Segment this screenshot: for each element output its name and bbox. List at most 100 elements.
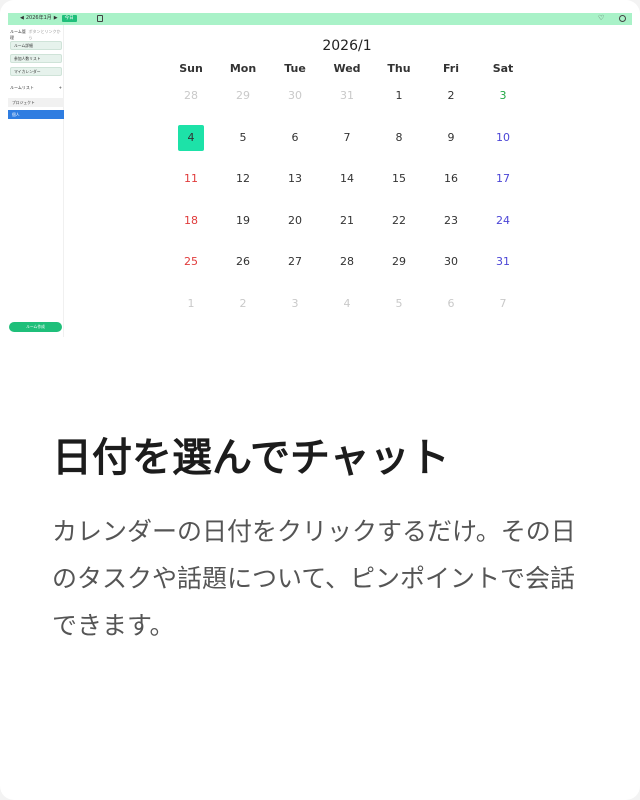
day-cell-other-month[interactable]: 3 bbox=[269, 288, 321, 320]
sidebar-button-my-calendar[interactable]: マイカレンダー bbox=[10, 67, 62, 76]
add-room-icon[interactable]: + bbox=[59, 85, 62, 91]
day-number: 13 bbox=[288, 172, 302, 185]
weekday-tue: Tue bbox=[284, 62, 306, 75]
day-number: 6 bbox=[291, 130, 299, 144]
sidebar-item-project[interactable]: プロジェクト bbox=[8, 98, 64, 107]
day-number: 15 bbox=[392, 172, 406, 185]
day-number: 26 bbox=[236, 255, 250, 268]
weekday-header: Sun Mon Tue Wed Thu Fri Sat bbox=[165, 61, 529, 77]
day-cell-other-month[interactable]: 29 bbox=[217, 80, 269, 112]
day-number: 31 bbox=[496, 255, 510, 268]
weekday-mon: Mon bbox=[229, 62, 257, 75]
heart-icon[interactable]: ♡ bbox=[598, 14, 604, 23]
day-cell[interactable]: 15 bbox=[373, 163, 425, 195]
day-cell[interactable]: 6 bbox=[269, 122, 321, 154]
next-month-button[interactable]: ▶ bbox=[54, 15, 58, 22]
day-number: 7 bbox=[499, 296, 507, 310]
day-number: 30 bbox=[288, 89, 302, 102]
day-cell-other-month[interactable]: 1 bbox=[165, 288, 217, 320]
day-cell[interactable]: 16 bbox=[425, 163, 477, 195]
day-number: 3 bbox=[291, 296, 299, 310]
day-cell-other-month[interactable]: 7 bbox=[477, 288, 529, 320]
day-number: 1 bbox=[395, 89, 403, 102]
feature-heading: 日付を選んでチャット bbox=[52, 435, 450, 481]
day-cell[interactable]: 2 bbox=[425, 80, 477, 112]
day-number: 25 bbox=[184, 255, 198, 268]
day-number: 29 bbox=[236, 89, 250, 102]
day-cell[interactable]: 27 bbox=[269, 246, 321, 278]
day-cell[interactable]: 7 bbox=[321, 122, 373, 154]
day-number: 2 bbox=[447, 89, 455, 102]
day-number: 10 bbox=[496, 130, 510, 144]
day-cell[interactable]: 10 bbox=[477, 122, 529, 154]
day-cell[interactable]: 1 bbox=[373, 80, 425, 112]
sidebar-header: ルーム管理 ボタンとリンクから bbox=[10, 29, 62, 41]
create-room-button[interactable]: ルーム作成 bbox=[9, 322, 62, 332]
day-cell-other-month[interactable]: 2 bbox=[217, 288, 269, 320]
weekday-sun: Sun bbox=[179, 62, 203, 75]
day-cell[interactable]: 24 bbox=[477, 205, 529, 237]
day-cell-other-month[interactable]: 31 bbox=[321, 80, 373, 112]
promo-card: ◀ 2026年1月 ▶ 今日 ♡ ルーム管理 ボタンとリンクから ルーム詳細 参… bbox=[0, 0, 640, 800]
day-number: 2 bbox=[239, 296, 247, 310]
day-cell[interactable]: 12 bbox=[217, 163, 269, 195]
day-number: 7 bbox=[343, 130, 351, 144]
calendar-title: 2026/1 bbox=[322, 38, 372, 54]
day-cell[interactable]: 31 bbox=[477, 246, 529, 278]
day-cell[interactable]: 23 bbox=[425, 205, 477, 237]
calendar-icon[interactable] bbox=[97, 15, 103, 22]
day-cell[interactable]: 17 bbox=[477, 163, 529, 195]
day-cell-other-month[interactable]: 30 bbox=[269, 80, 321, 112]
day-number: 6 bbox=[447, 296, 455, 310]
day-cell[interactable]: 25 bbox=[165, 246, 217, 278]
day-cell[interactable]: 11 bbox=[165, 163, 217, 195]
day-cell[interactable]: 30 bbox=[425, 246, 477, 278]
day-cell[interactable]: 20 bbox=[269, 205, 321, 237]
weekday-fri: Fri bbox=[442, 62, 459, 75]
day-cell-other-month[interactable]: 28 bbox=[165, 80, 217, 112]
day-number: 17 bbox=[496, 172, 510, 185]
day-number: 5 bbox=[239, 130, 247, 144]
day-cell-other-month[interactable]: 5 bbox=[373, 288, 425, 320]
sidebar: ルーム管理 ボタンとリンクから ルーム詳細 参加人数リスト マイカレンダー ルー… bbox=[8, 25, 64, 337]
day-number: 20 bbox=[288, 213, 302, 227]
day-cell[interactable]: 18 bbox=[165, 205, 217, 237]
day-cell[interactable]: 5 bbox=[217, 122, 269, 154]
day-cell[interactable]: 28 bbox=[321, 246, 373, 278]
calendar-grid: 28 29 30 31 1 2 3 4 5 6 7 8 9 10 11 12 13 14 15 16 17 18 19 20 2… bbox=[165, 80, 529, 328]
day-cell[interactable]: 9 bbox=[425, 122, 477, 154]
day-number: 3 bbox=[499, 89, 507, 102]
weekday-sat: Sat bbox=[492, 62, 514, 75]
day-cell[interactable]: 14 bbox=[321, 163, 373, 195]
room-list-title: ルームリスト bbox=[10, 85, 34, 90]
day-cell[interactable]: 3 bbox=[477, 80, 529, 112]
today-button[interactable]: 今日 bbox=[61, 15, 77, 22]
day-cell[interactable]: 26 bbox=[217, 246, 269, 278]
month-navigator: ◀ 2026年1月 ▶ 今日 bbox=[20, 15, 77, 22]
day-number: 14 bbox=[340, 172, 354, 185]
day-cell[interactable]: 19 bbox=[217, 205, 269, 237]
day-cell-other-month[interactable]: 4 bbox=[321, 288, 373, 320]
sidebar-button-member-list[interactable]: 参加人数リスト bbox=[10, 54, 62, 63]
sidebar-item-personal[interactable]: 個人 bbox=[8, 110, 64, 119]
prev-month-button[interactable]: ◀ bbox=[20, 15, 24, 22]
day-cell[interactable]: 29 bbox=[373, 246, 425, 278]
sidebar-button-room-detail[interactable]: ルーム詳細 bbox=[10, 41, 62, 50]
day-cell[interactable]: 13 bbox=[269, 163, 321, 195]
weekday-wed: Wed bbox=[333, 62, 361, 75]
day-number: 28 bbox=[340, 255, 354, 268]
day-number: 27 bbox=[288, 255, 302, 268]
room-list-header: ルームリスト + bbox=[10, 85, 62, 91]
user-icon[interactable] bbox=[619, 15, 626, 22]
day-cell[interactable]: 8 bbox=[373, 122, 425, 154]
day-number: 1 bbox=[187, 296, 195, 310]
day-cell[interactable]: 22 bbox=[373, 205, 425, 237]
day-number: 8 bbox=[395, 130, 403, 144]
day-cell-today[interactable]: 4 bbox=[165, 122, 217, 154]
current-month-label: 2026年1月 bbox=[25, 15, 52, 21]
day-number: 4 bbox=[187, 130, 195, 144]
sidebar-subtitle: ボタンとリンクから bbox=[28, 29, 61, 40]
day-cell[interactable]: 21 bbox=[321, 205, 373, 237]
day-number: 19 bbox=[236, 213, 250, 227]
day-cell-other-month[interactable]: 6 bbox=[425, 288, 477, 320]
